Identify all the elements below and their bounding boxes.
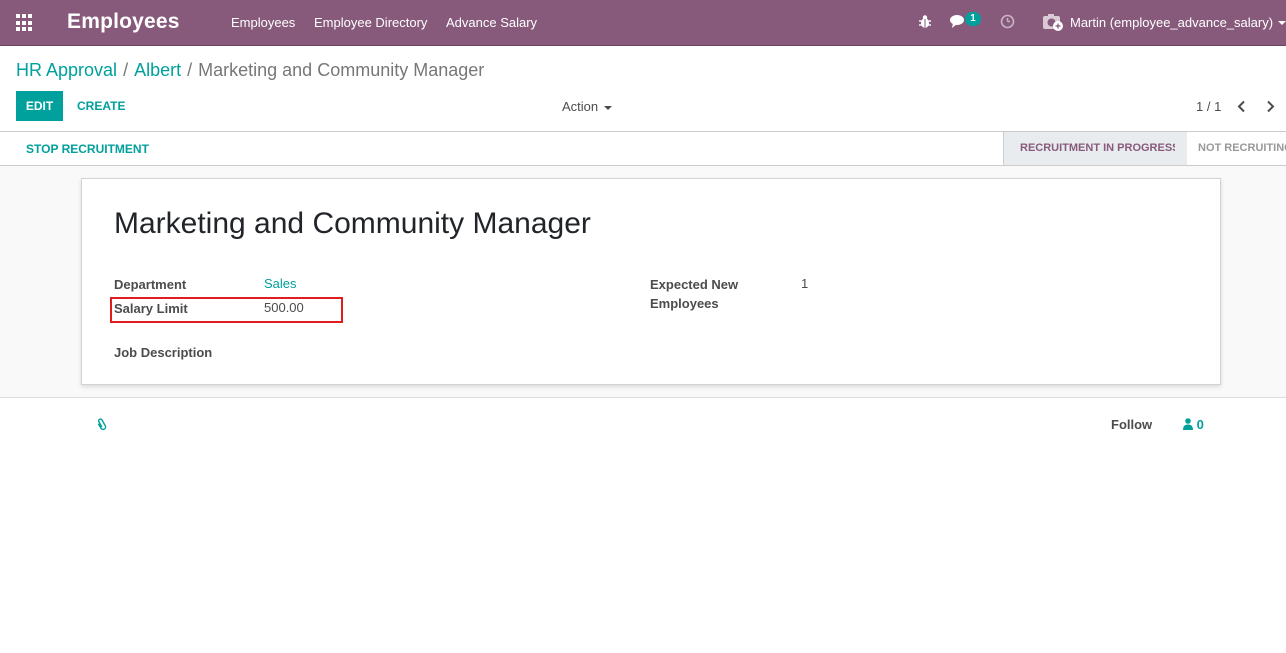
expected-employees-label-line2: Employees xyxy=(650,296,719,311)
menu-employee-directory[interactable]: Employee Directory xyxy=(314,15,427,30)
status-bar: STOP RECRUITMENT RECRUITMENT IN PROGRESS… xyxy=(0,131,1286,166)
stage-arrow xyxy=(1175,132,1187,165)
breadcrumb-current: Marketing and Community Manager xyxy=(198,60,485,80)
pager-previous-icon[interactable] xyxy=(1237,100,1247,113)
department-label: Department xyxy=(114,277,187,292)
user-icon xyxy=(1183,418,1193,430)
salary-limit-value: 500.00 xyxy=(264,300,304,315)
action-dropdown[interactable]: Action xyxy=(562,99,613,114)
menu-advance-salary[interactable]: Advance Salary xyxy=(446,15,537,30)
app-title: Employees xyxy=(67,10,180,33)
clock-icon[interactable] xyxy=(1000,14,1015,29)
edit-button[interactable]: EDIT xyxy=(16,91,63,121)
user-menu-caret-icon[interactable] xyxy=(1278,21,1286,25)
salary-limit-label: Salary Limit xyxy=(114,301,188,316)
apps-menu-icon[interactable] xyxy=(16,14,34,32)
top-navbar: Employees Employees Employee Directory A… xyxy=(0,0,1286,46)
follow-button[interactable]: Follow xyxy=(1111,417,1152,432)
stage-recruitment-in-progress[interactable]: RECRUITMENT IN PROGRESS xyxy=(1003,132,1187,165)
expected-employees-label-line1: Expected New xyxy=(650,277,739,292)
message-count-badge: 1 xyxy=(965,12,981,26)
paperclip-icon[interactable] xyxy=(96,417,108,431)
stage-not-recruiting[interactable]: NOT RECRUITING xyxy=(1198,142,1286,154)
user-menu-name[interactable]: Martin (employee_advance_salary) xyxy=(1070,15,1273,30)
stop-recruitment-button[interactable]: STOP RECRUITMENT xyxy=(26,142,149,156)
breadcrumb-separator: / xyxy=(123,60,129,80)
breadcrumb-hr-approval[interactable]: HR Approval xyxy=(16,60,117,80)
form-sheet: Marketing and Community Manager Departme… xyxy=(81,178,1221,385)
expected-employees-value: 1 xyxy=(801,276,809,291)
breadcrumb-albert[interactable]: Albert xyxy=(134,60,181,80)
bug-icon[interactable] xyxy=(918,14,932,30)
followers-count: 0 xyxy=(1196,417,1204,432)
breadcrumb: HR Approval / Albert / Marketing and Communi… xyxy=(16,60,484,81)
menu-employees[interactable]: Employees xyxy=(231,15,295,30)
breadcrumb-separator: / xyxy=(187,60,193,80)
job-description-label: Job Description xyxy=(114,345,213,360)
action-label: Action xyxy=(562,99,599,114)
job-title: Marketing and Community Manager xyxy=(114,207,591,240)
user-avatar-icon[interactable] xyxy=(1043,13,1064,31)
followers-button[interactable]: 0 xyxy=(1183,417,1204,432)
stage-label: RECRUITMENT IN PROGRESS xyxy=(1020,142,1180,154)
pager-value[interactable]: 1 / 1 xyxy=(1196,99,1221,114)
create-button[interactable]: CREATE xyxy=(70,91,132,121)
caret-down-icon xyxy=(604,105,613,110)
department-value[interactable]: Sales xyxy=(264,276,297,291)
pager-next-icon[interactable] xyxy=(1265,100,1275,113)
